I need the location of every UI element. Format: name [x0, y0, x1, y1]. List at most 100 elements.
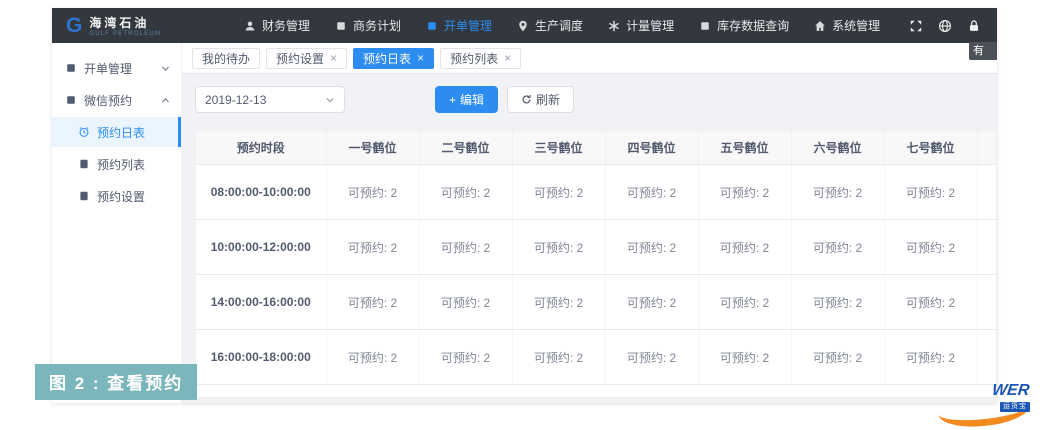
- tab-booking-settings[interactable]: 预约设置 ×: [266, 48, 347, 69]
- availability-cell[interactable]: 可预约: 2: [698, 275, 791, 330]
- availability-cell[interactable]: 可预约: 2: [512, 165, 605, 220]
- availability-cell[interactable]: 可预约: 2: [698, 165, 791, 220]
- availability-cell: [977, 165, 997, 220]
- availability-cell[interactable]: 可预约: 2: [605, 275, 698, 330]
- navbar-tooltip: 有: [969, 42, 997, 60]
- figure-caption: 图 2 : 查看预约: [35, 364, 197, 400]
- availability-cell[interactable]: 可预约: 2: [605, 330, 698, 385]
- navbar-item-label: 财务管理: [262, 17, 310, 34]
- sidebar-item-booking-list[interactable]: 预约列表: [52, 149, 181, 179]
- edit-button-label: 编辑: [460, 91, 484, 108]
- tab-booking-daily[interactable]: 预约日表 ×: [353, 48, 434, 69]
- logo-badge: 运货宝: [1000, 402, 1030, 412]
- close-icon[interactable]: ×: [330, 52, 337, 64]
- tab-bar: 我的待办预约设置 × 预约日表 × 预约列表 ×: [182, 43, 997, 74]
- chevron-down-icon: [160, 63, 171, 74]
- column-header: 六号鹤位: [791, 131, 884, 165]
- sidebar-item-label: 预约日表: [97, 124, 145, 141]
- tab-label: 预约列表: [450, 50, 498, 67]
- navbar-item-business-plan[interactable]: 商务计划: [335, 17, 401, 34]
- availability-cell[interactable]: 可预约: 2: [791, 330, 884, 385]
- square-icon: [65, 62, 77, 74]
- doc-icon: [78, 190, 90, 202]
- sidebar-item-label: 预约列表: [97, 156, 145, 173]
- navbar-item-label: 开单管理: [444, 17, 492, 34]
- navbar-tooltip-text: 有: [973, 45, 984, 57]
- availability-cell[interactable]: 可预约: 2: [419, 165, 512, 220]
- close-icon[interactable]: ×: [504, 52, 511, 64]
- navbar-item-production-dispatch[interactable]: 生产调度: [517, 17, 583, 34]
- availability-cell[interactable]: 可预约: 2: [791, 275, 884, 330]
- availability-cell[interactable]: 可预约: 2: [698, 220, 791, 275]
- navbar-item-label: 系统管理: [832, 17, 880, 34]
- availability-cell[interactable]: 可预约: 2: [884, 220, 977, 275]
- availability-cell[interactable]: 可预约: 2: [326, 330, 419, 385]
- sidebar-item-booking-settings[interactable]: 预约设置: [52, 181, 181, 211]
- close-icon[interactable]: ×: [417, 52, 424, 64]
- user-icon: [244, 20, 256, 32]
- table-row: 16:00:00-18:00:00可预约: 2可预约: 2可预约: 2可预约: …: [196, 330, 997, 385]
- availability-cell[interactable]: 可预约: 2: [884, 165, 977, 220]
- fullscreen-icon[interactable]: [909, 19, 923, 33]
- square-icon: [335, 20, 347, 32]
- navbar-item-billing[interactable]: 开单管理: [426, 17, 492, 34]
- edit-button[interactable]: + 编辑: [435, 86, 498, 113]
- page: G 海湾石油 GULF PETROLEUM 财务管理商务计划开单管理生产调度计量…: [0, 0, 1057, 430]
- sidebar-item-wechat-booking[interactable]: 微信预约: [52, 85, 181, 115]
- square-icon: [426, 20, 438, 32]
- app-body: 开单管理微信预约预约日表预约列表预约设置 我的待办预约设置×预约日表×预约列表×…: [52, 43, 997, 403]
- availability-cell: [977, 275, 997, 330]
- top-navbar: G 海湾石油 GULF PETROLEUM 财务管理商务计划开单管理生产调度计量…: [52, 8, 997, 43]
- sidebar-item-label: 开单管理: [84, 60, 132, 77]
- availability-cell[interactable]: 可预约: 2: [698, 330, 791, 385]
- availability-cell[interactable]: 可预约: 2: [419, 275, 512, 330]
- toolbar: 2019-12-13 + 编辑: [195, 86, 997, 113]
- availability-cell[interactable]: 可预约: 2: [326, 220, 419, 275]
- doc-icon: [78, 158, 90, 170]
- availability-cell[interactable]: 可预约: 2: [512, 275, 605, 330]
- chevron-down-icon: [325, 95, 335, 105]
- tab-my-todo[interactable]: 我的待办: [192, 48, 260, 69]
- time-slot-cell: 08:00:00-10:00:00: [196, 165, 326, 220]
- globe-icon[interactable]: [938, 19, 952, 33]
- sidebar-item-billing[interactable]: 开单管理: [52, 53, 181, 83]
- content-area: 2019-12-13 + 编辑: [182, 74, 997, 403]
- availability-cell: [977, 220, 997, 275]
- lock-icon[interactable]: [967, 19, 981, 33]
- refresh-button[interactable]: 刷新: [507, 86, 574, 113]
- sidebar-item-label: 预约设置: [97, 188, 145, 205]
- refresh-icon: [521, 94, 532, 105]
- tab-booking-list[interactable]: 预约列表 ×: [440, 48, 521, 69]
- tab-label: 预约日表: [363, 50, 411, 67]
- logo-text: WER: [991, 383, 1030, 399]
- navbar-item-finance[interactable]: 财务管理: [244, 17, 310, 34]
- availability-cell[interactable]: 可预约: 2: [326, 165, 419, 220]
- availability-cell[interactable]: 可预约: 2: [512, 220, 605, 275]
- availability-cell[interactable]: 可预约: 2: [791, 220, 884, 275]
- date-select-value: 2019-12-13: [205, 93, 266, 107]
- chevron-up-icon: [160, 95, 171, 106]
- availability-cell[interactable]: 可预约: 2: [419, 330, 512, 385]
- power-logo: WER 运货宝: [938, 376, 1056, 426]
- availability-cell[interactable]: 可预约: 2: [326, 275, 419, 330]
- availability-cell[interactable]: 可预约: 2: [884, 275, 977, 330]
- square-icon: [65, 94, 77, 106]
- column-header: 一号鹤位: [326, 131, 419, 165]
- navbar-item-label: 库存数据查询: [717, 17, 789, 34]
- availability-cell[interactable]: 可预约: 2: [605, 165, 698, 220]
- availability-cell[interactable]: 可预约: 2: [605, 220, 698, 275]
- availability-cell[interactable]: 可预约: 2: [419, 220, 512, 275]
- table-row: 10:00:00-12:00:00可预约: 2可预约: 2可预约: 2可预约: …: [196, 220, 997, 275]
- date-select[interactable]: 2019-12-13: [195, 86, 345, 113]
- time-slot-cell: 10:00:00-12:00:00: [196, 220, 326, 275]
- navbar-item-system[interactable]: 系统管理: [814, 17, 880, 34]
- availability-cell[interactable]: 可预约: 2: [512, 330, 605, 385]
- navbar-right-icons: [909, 19, 981, 33]
- navbar-item-label: 生产调度: [535, 17, 583, 34]
- navbar-item-inventory-query[interactable]: 库存数据查询: [699, 17, 789, 34]
- navbar-item-metering[interactable]: 计量管理: [608, 17, 674, 34]
- tab-label: 预约设置: [276, 50, 324, 67]
- booking-table-card: 预约时段一号鹤位二号鹤位三号鹤位四号鹤位五号鹤位六号鹤位七号鹤位08:00:00…: [195, 130, 997, 398]
- sidebar-item-booking-daily[interactable]: 预约日表: [52, 117, 181, 147]
- availability-cell[interactable]: 可预约: 2: [791, 165, 884, 220]
